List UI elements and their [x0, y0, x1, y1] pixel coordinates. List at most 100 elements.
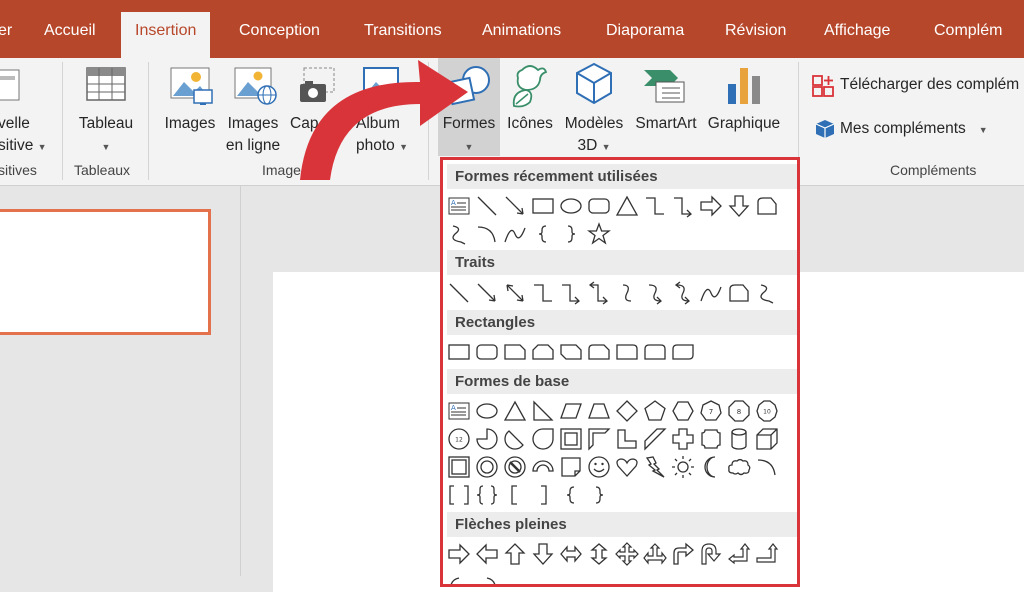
- rounded-rect-shape[interactable]: [587, 194, 611, 218]
- smartart-button[interactable]: SmartArt: [632, 113, 700, 135]
- scribble-shape[interactable]: [755, 281, 779, 305]
- online-images-label-2[interactable]: en ligne: [222, 135, 284, 157]
- snip-rect-shape[interactable]: [755, 194, 779, 218]
- can-shape[interactable]: [727, 427, 751, 451]
- elbow-connector-shape[interactable]: [531, 281, 555, 305]
- heptagon-shape[interactable]: 7: [699, 399, 723, 423]
- elbow-arrow-shape[interactable]: [671, 194, 695, 218]
- right-brace-shape[interactable]: [559, 222, 583, 246]
- tab-fichier[interactable]: er: [0, 22, 12, 40]
- curved-connector-shape[interactable]: [615, 281, 639, 305]
- right-brace-shape[interactable]: [587, 483, 611, 507]
- diamond-shape[interactable]: [615, 399, 639, 423]
- line-shape[interactable]: [475, 194, 499, 218]
- snip-diagonal-shape[interactable]: [559, 340, 583, 364]
- left-brace-shape[interactable]: [559, 483, 583, 507]
- right-arrow-shape[interactable]: [447, 542, 471, 566]
- moon-shape[interactable]: [699, 455, 723, 479]
- my-addins-icon[interactable]: [814, 118, 836, 145]
- bent-up-arrow-shape[interactable]: [755, 542, 779, 566]
- my-addins-button[interactable]: Mes compléments ▼: [840, 118, 988, 141]
- text-box-shape[interactable]: A: [447, 399, 471, 423]
- dodecagon-shape[interactable]: 12: [447, 427, 471, 451]
- get-addins-button[interactable]: Télécharger des complém: [840, 74, 1019, 96]
- tab-accueil[interactable]: Accueil: [44, 22, 96, 40]
- new-slide-icon[interactable]: [0, 68, 24, 111]
- elbow-connector-shape[interactable]: [643, 194, 667, 218]
- arc-shape[interactable]: [475, 222, 499, 246]
- left-bracket-shape[interactable]: [503, 483, 527, 507]
- table-icon[interactable]: [86, 66, 126, 109]
- table-dropdown[interactable]: ▼: [76, 135, 136, 158]
- snip-corner-shape[interactable]: [503, 340, 527, 364]
- 3d-models-icon[interactable]: [574, 62, 614, 111]
- tab-complements[interactable]: Complém: [934, 22, 1002, 40]
- left-up-arrow-shape[interactable]: [727, 542, 751, 566]
- tab-transitions[interactable]: Transitions: [364, 22, 442, 40]
- pentagon-shape[interactable]: [643, 399, 667, 423]
- parallelogram-shape[interactable]: [559, 399, 583, 423]
- snip-same-shape[interactable]: [531, 340, 555, 364]
- chart-icon[interactable]: [726, 64, 762, 111]
- round-diagonal-shape[interactable]: [671, 340, 695, 364]
- pie-shape[interactable]: [475, 427, 499, 451]
- 3d-models-label-2[interactable]: 3D ▼: [560, 135, 628, 158]
- no-symbol-shape[interactable]: [503, 455, 527, 479]
- quad-arrow-shape[interactable]: [615, 542, 639, 566]
- sun-shape[interactable]: [671, 455, 695, 479]
- smiley-shape[interactable]: [587, 455, 611, 479]
- tab-insertion[interactable]: Insertion: [121, 12, 211, 58]
- cross-shape[interactable]: [671, 427, 695, 451]
- freeform-shape[interactable]: [727, 281, 751, 305]
- star-shape[interactable]: [587, 222, 611, 246]
- tab-affichage[interactable]: Affichage: [824, 22, 890, 40]
- elbow-double-arrow-shape[interactable]: [587, 281, 611, 305]
- right-bracket-shape[interactable]: [531, 483, 555, 507]
- heart-shape[interactable]: [615, 455, 639, 479]
- icons-button[interactable]: Icônes: [502, 113, 558, 135]
- folded-corner-shape[interactable]: [559, 455, 583, 479]
- left-brace-shape[interactable]: [531, 222, 555, 246]
- oval-shape[interactable]: [475, 399, 499, 423]
- rectangle-shape[interactable]: [531, 194, 555, 218]
- down-arrow-shape[interactable]: [531, 542, 555, 566]
- octagon-shape[interactable]: 8: [727, 399, 751, 423]
- arrow-line-shape[interactable]: [475, 281, 499, 305]
- tab-diaporama[interactable]: Diaporama: [606, 22, 684, 40]
- new-slide-label-2[interactable]: sitive ▼: [0, 135, 47, 158]
- freeform-shape[interactable]: [447, 222, 471, 246]
- triangle-shape[interactable]: [615, 194, 639, 218]
- curved-left-arrow-shape[interactable]: [475, 570, 499, 584]
- double-arrow-line-shape[interactable]: [503, 281, 527, 305]
- arrow-line-shape[interactable]: [503, 194, 527, 218]
- rectangle-shape[interactable]: [447, 340, 471, 364]
- curve-shape[interactable]: [699, 281, 723, 305]
- slide-thumbnail[interactable]: [0, 209, 211, 335]
- up-arrow-shape[interactable]: [503, 542, 527, 566]
- smartart-icon[interactable]: [642, 66, 688, 111]
- triangle-shape[interactable]: [503, 399, 527, 423]
- diagonal-stripe-shape[interactable]: [643, 427, 667, 451]
- round-corner-shape[interactable]: [615, 340, 639, 364]
- lightning-shape[interactable]: [643, 455, 667, 479]
- cube-shape[interactable]: [755, 427, 779, 451]
- curved-arrow-shape[interactable]: [643, 281, 667, 305]
- tab-conception[interactable]: Conception: [239, 22, 320, 40]
- oval-shape[interactable]: [559, 194, 583, 218]
- images-button[interactable]: Images: [162, 113, 218, 135]
- chart-button[interactable]: Graphique: [704, 113, 784, 135]
- round-same-shape[interactable]: [643, 340, 667, 364]
- up-down-arrow-shape[interactable]: [587, 542, 611, 566]
- icons-icon[interactable]: [508, 62, 552, 113]
- curved-double-arrow-shape[interactable]: [671, 281, 695, 305]
- block-arc-shape[interactable]: [531, 455, 555, 479]
- online-image-icon[interactable]: [234, 64, 278, 111]
- decagon-shape[interactable]: 10: [755, 399, 779, 423]
- rounded-rect-shape[interactable]: [475, 340, 499, 364]
- donut-shape[interactable]: [475, 455, 499, 479]
- text-box-shape[interactable]: A: [447, 194, 471, 218]
- elbow-arrow-shape[interactable]: [559, 281, 583, 305]
- left-right-arrow-shape[interactable]: [559, 542, 583, 566]
- hexagon-shape[interactable]: [671, 399, 695, 423]
- right-arrow-shape[interactable]: [699, 194, 723, 218]
